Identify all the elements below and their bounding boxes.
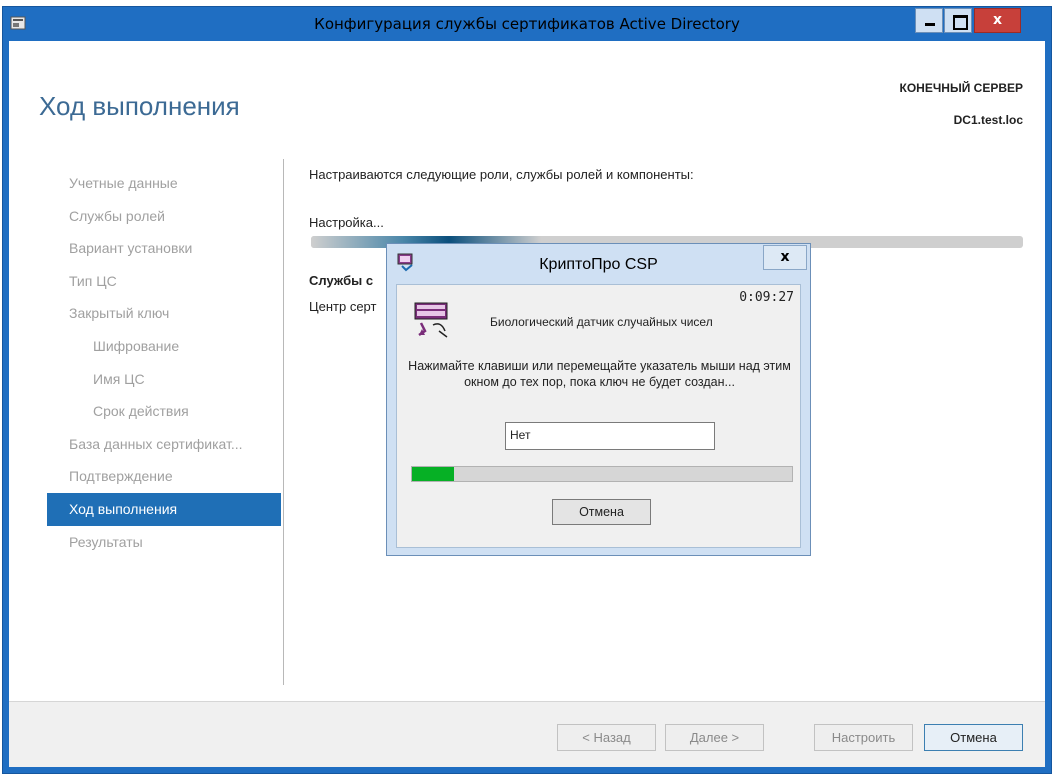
nav-item-progress[interactable]: Ход выполнения <box>47 492 281 526</box>
nav-item-ca-type[interactable]: Тип ЦС <box>47 265 281 298</box>
dialog-title: КриптоПро CSP <box>539 256 658 273</box>
setup-status: Настройка... <box>309 215 384 230</box>
wizard-steps-nav: Учетные данные Службы ролей Вариант уста… <box>47 167 281 558</box>
minimize-button[interactable] <box>915 8 943 33</box>
target-server-label: КОНЕЧНЫЙ СЕРВЕР <box>899 81 1023 95</box>
nav-item-certificate-database[interactable]: База данных сертификат... <box>47 428 281 461</box>
random-sensor-label: Биологический датчик случайных чисел <box>490 315 713 329</box>
nav-item-validity-period[interactable]: Срок действия <box>47 395 281 428</box>
nav-item-role-services[interactable]: Службы ролей <box>47 200 281 233</box>
key-timer: 0:09:27 <box>739 290 794 305</box>
nav-item-private-key[interactable]: Закрытый ключ <box>47 297 281 330</box>
window-title: Конфигурация службы сертификатов Active … <box>314 15 740 33</box>
instruction-text: Нажимайте клавиши или перемещайте указат… <box>408 359 791 389</box>
dialog-cancel-button[interactable]: Отмена <box>552 499 651 525</box>
nav-item-confirmation[interactable]: Подтверждение <box>47 460 281 493</box>
random-input-field[interactable]: Нет <box>505 422 715 450</box>
next-button[interactable]: Далее > <box>665 724 764 751</box>
close-icon: x <box>992 12 1003 28</box>
nav-item-results[interactable]: Результаты <box>47 526 281 559</box>
nav-item-cryptography[interactable]: Шифрование <box>47 330 281 363</box>
cryptopro-dialog: КриптоПро CSP x 0:09:27 Биологический да… <box>386 243 811 556</box>
target-server-name: DC1.test.loc <box>953 113 1023 127</box>
nav-item-ca-name[interactable]: Имя ЦС <box>47 363 281 396</box>
service-item: Центр серт <box>309 299 377 314</box>
entropy-progress-bar <box>411 466 793 482</box>
configure-button[interactable]: Настроить <box>814 724 913 751</box>
entropy-progress-fill <box>412 467 454 481</box>
cancel-button[interactable]: Отмена <box>924 724 1023 751</box>
page-title: Ход выполнения <box>39 91 240 121</box>
dialog-close-button[interactable]: x <box>763 245 807 270</box>
back-button[interactable]: < Назад <box>557 724 656 751</box>
nav-item-credentials[interactable]: Учетные данные <box>47 167 281 200</box>
wizard-footer: < Назад Далее > Настроить Отмена <box>9 701 1045 767</box>
keyboard-mouse-icon <box>414 302 448 338</box>
title-bar[interactable]: Конфигурация службы сертификатов Active … <box>3 7 1051 41</box>
nav-divider <box>283 159 284 685</box>
services-heading: Службы с <box>309 273 374 288</box>
close-icon: x <box>780 249 790 265</box>
nav-item-setup-type[interactable]: Вариант установки <box>47 232 281 265</box>
dialog-body: 0:09:27 Биологический датчик случайных ч… <box>396 284 801 548</box>
close-button[interactable]: x <box>974 8 1021 33</box>
intro-text: Настраиваются следующие роли, службы рол… <box>309 167 694 182</box>
maximize-button[interactable] <box>944 8 972 33</box>
